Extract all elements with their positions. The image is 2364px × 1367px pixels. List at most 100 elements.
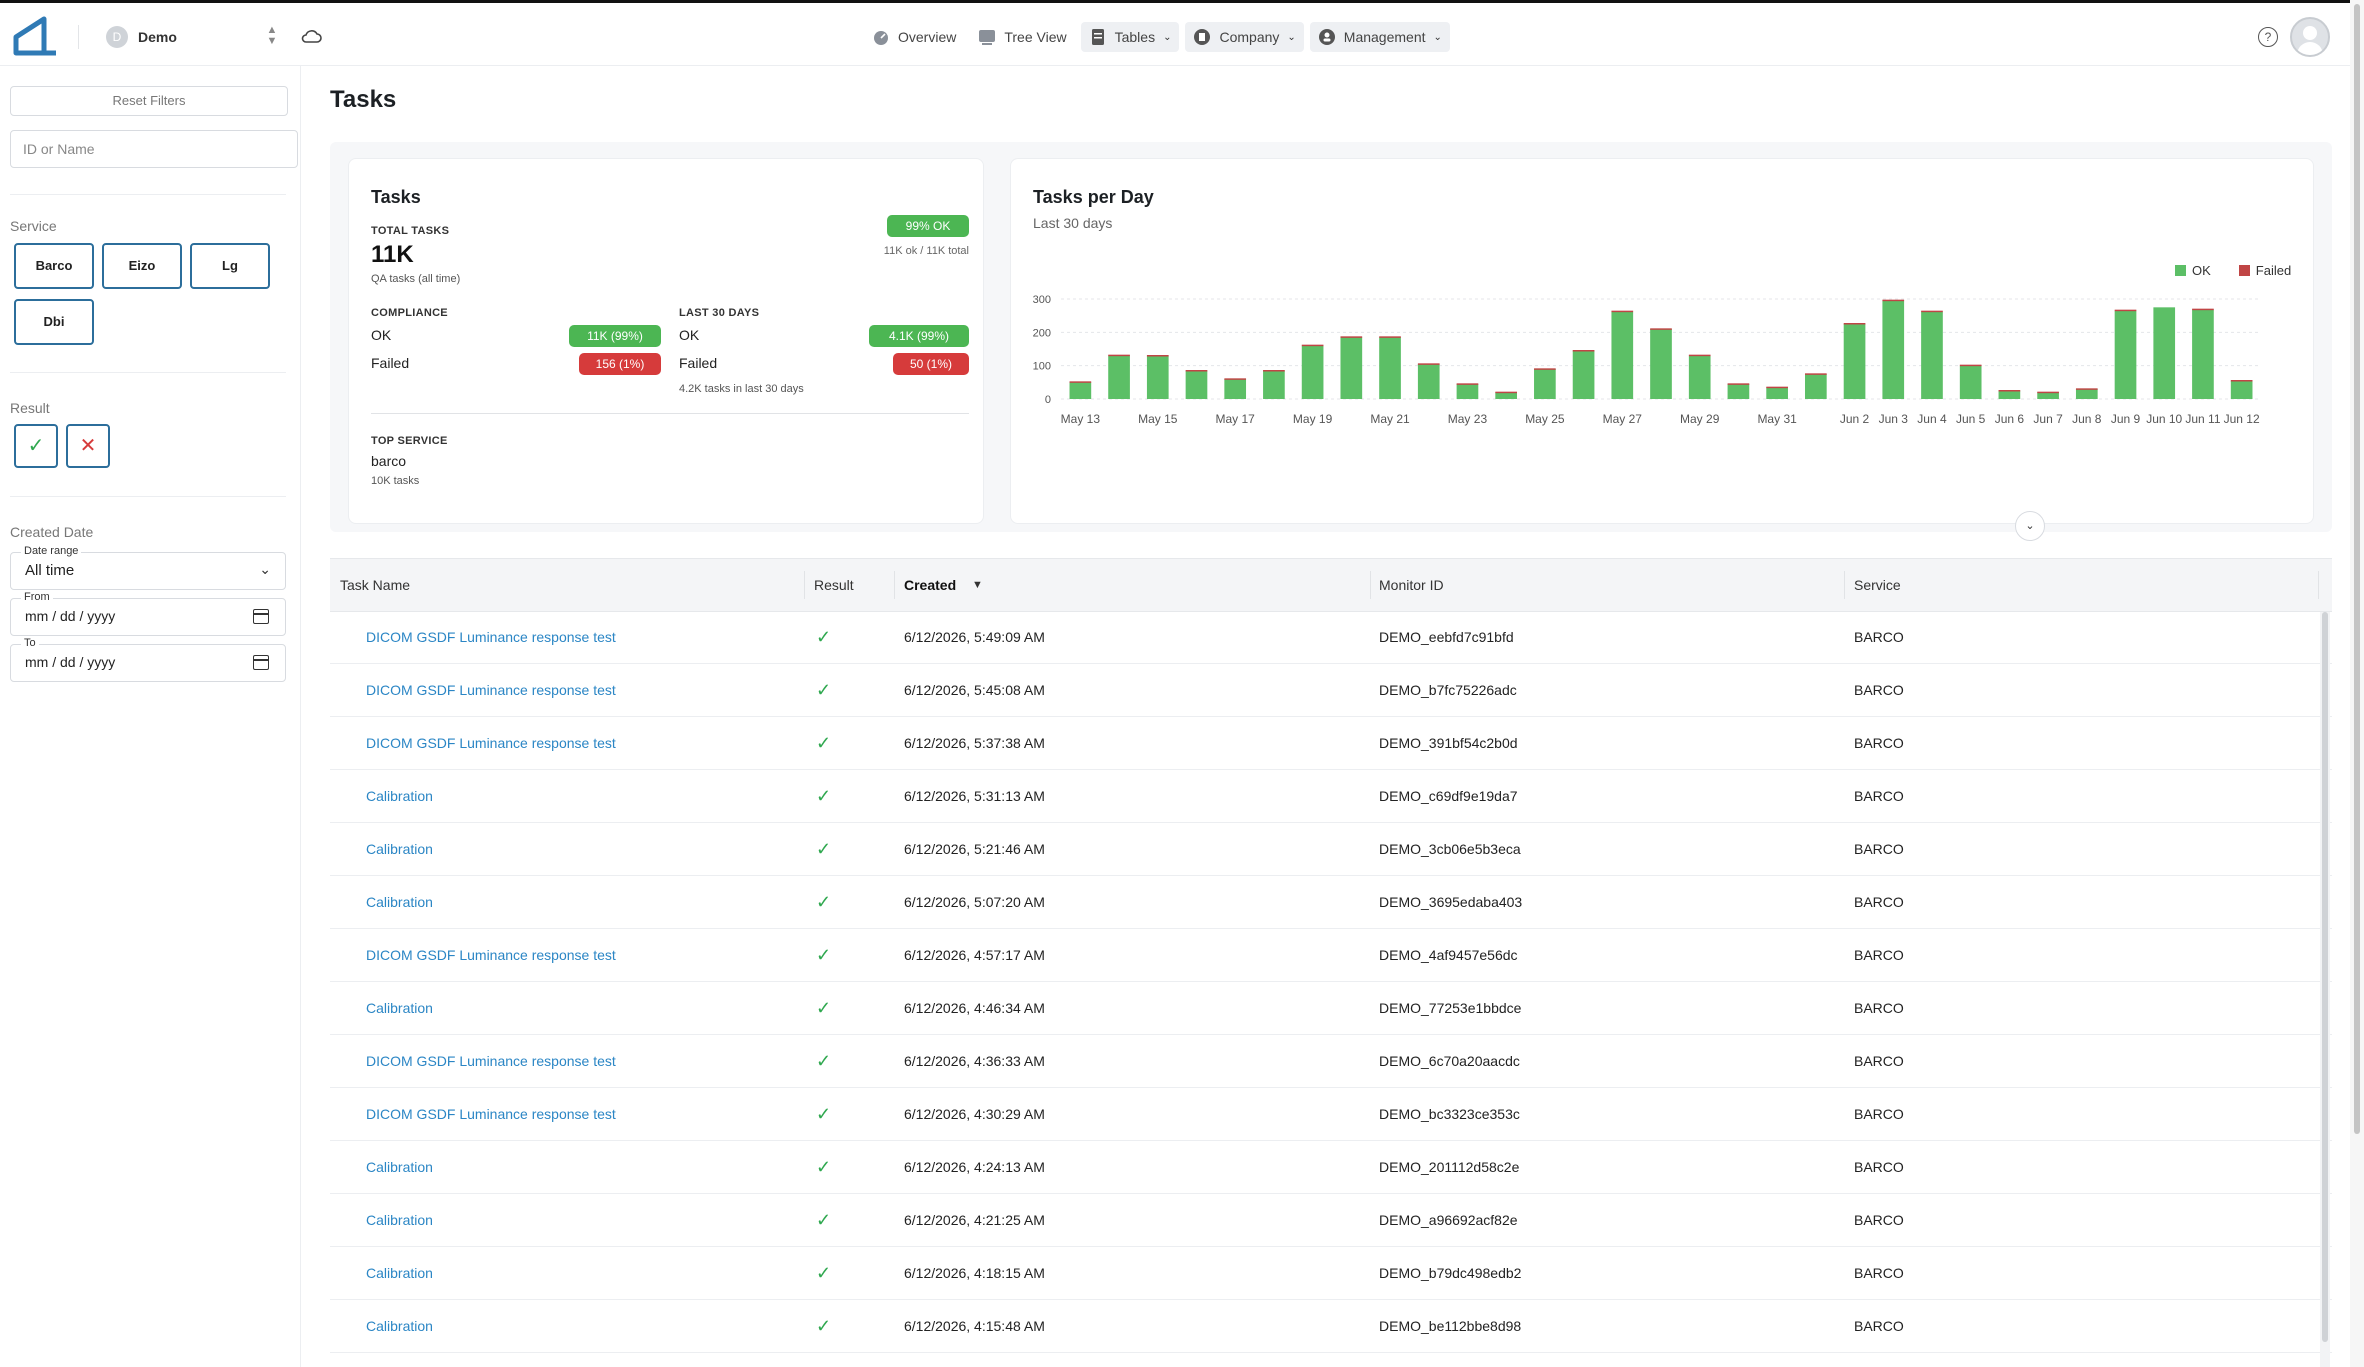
task-name-link[interactable]: DICOM GSDF Luminance response test <box>366 664 616 716</box>
table-row[interactable]: Calibration ✓ 6/12/2026, 5:07:20 AM DEMO_36… <box>330 876 2332 929</box>
bar-failed[interactable] <box>1572 350 1595 352</box>
bar-failed[interactable] <box>1882 299 1905 302</box>
nav-management-dropdown[interactable]: Management ⌄ <box>1309 22 1450 52</box>
table-row[interactable]: Calibration ✓ 6/12/2026, 5:21:46 AM DEMO_3c… <box>330 823 2332 876</box>
bar-failed[interactable] <box>1495 391 1517 394</box>
bar-failed[interactable] <box>2114 309 2137 312</box>
table-row[interactable]: DICOM GSDF Luminance response test ✓ 6/12/… <box>330 664 2332 717</box>
task-name-link[interactable]: Calibration <box>366 823 433 875</box>
reset-filters-button[interactable]: Reset Filters <box>10 86 288 116</box>
bar-failed[interactable] <box>1998 390 2021 392</box>
bar-ok[interactable] <box>1108 355 1130 399</box>
bar-failed[interactable] <box>1146 355 1169 357</box>
app-logo-icon[interactable] <box>12 13 60 59</box>
table-row[interactable]: DICOM GSDF Luminance response test ✓ 6/12/… <box>330 929 2332 982</box>
service-button-dbi[interactable]: Dbi <box>14 299 94 345</box>
bar-failed[interactable] <box>1805 373 1827 375</box>
task-name-link[interactable]: DICOM GSDF Luminance response test <box>366 1035 616 1087</box>
bar-failed[interactable] <box>1921 310 1943 313</box>
bar-ok[interactable] <box>1959 365 1982 399</box>
task-name-link[interactable]: Calibration <box>366 876 433 928</box>
task-name-link[interactable]: Calibration <box>366 1194 433 1246</box>
user-avatar[interactable] <box>2290 17 2330 57</box>
task-name-link[interactable]: DICOM GSDF Luminance response test <box>366 611 616 663</box>
bar-failed[interactable] <box>2192 308 2214 311</box>
nav-tables-dropdown[interactable]: Tables ⌄ <box>1080 22 1180 52</box>
column-header-result[interactable]: Result <box>814 559 854 611</box>
expand-chart-chevron-icon[interactable]: ⌄ <box>2015 511 2045 541</box>
bar-failed[interactable] <box>1263 370 1285 372</box>
service-button-barco[interactable]: Barco <box>14 243 94 289</box>
bar-ok[interactable] <box>1379 337 1401 399</box>
help-icon[interactable]: ? <box>2258 27 2278 47</box>
bar-ok[interactable] <box>1843 324 1866 399</box>
bar-ok[interactable] <box>1650 329 1672 399</box>
bar-ok[interactable] <box>1185 370 1208 399</box>
task-name-link[interactable]: Calibration <box>366 1300 433 1352</box>
task-name-link[interactable]: Calibration <box>366 770 433 822</box>
table-row[interactable]: DICOM GSDF Luminance response test ✓ 6/12/… <box>330 1035 2332 1088</box>
nav-overview[interactable]: Overview <box>864 22 964 52</box>
cloud-sync-icon[interactable] <box>300 25 324 49</box>
nav-tree-view[interactable]: Tree View <box>970 22 1074 52</box>
bar-ok[interactable] <box>2037 392 2059 399</box>
column-header-task-name[interactable]: Task Name <box>340 559 410 611</box>
bar-ok[interactable] <box>1263 370 1285 399</box>
bar-ok[interactable] <box>1998 390 2021 399</box>
bar-ok[interactable] <box>1766 387 1788 399</box>
bar-failed[interactable] <box>1224 378 1247 380</box>
table-row[interactable]: Calibration ✓ 6/12/2026, 4:24:13 AM DEMO_20… <box>330 1141 2332 1194</box>
bar-failed[interactable] <box>1417 363 1440 365</box>
bar-ok[interactable] <box>1301 345 1324 399</box>
bar-failed[interactable] <box>2075 388 2098 390</box>
result-failed-button[interactable]: ✕ <box>66 424 110 468</box>
task-name-link[interactable]: DICOM GSDF Luminance response test <box>366 929 616 981</box>
bar-failed[interactable] <box>1301 344 1324 347</box>
bar-ok[interactable] <box>1882 300 1905 399</box>
task-name-link[interactable]: Calibration <box>366 982 433 1034</box>
table-scrollbar-thumb[interactable] <box>2322 612 2328 1342</box>
nav-company-dropdown[interactable]: Company ⌄ <box>1185 22 1304 52</box>
table-row[interactable]: DICOM GSDF Luminance response test ✓ 6/12/… <box>330 717 2332 770</box>
bar-ok[interactable] <box>1495 392 1517 399</box>
calendar-icon[interactable] <box>253 609 269 624</box>
bar-ok[interactable] <box>2075 389 2098 399</box>
sort-desc-icon[interactable]: ▼ <box>972 559 983 611</box>
bar-failed[interactable] <box>1340 336 1363 338</box>
result-ok-button[interactable]: ✓ <box>14 424 58 468</box>
task-name-link[interactable]: Calibration <box>366 1247 433 1299</box>
bar-failed[interactable] <box>2230 380 2253 382</box>
bar-ok[interactable] <box>2114 310 2137 399</box>
table-row[interactable]: DICOM GSDF Luminance response test ✓ 6/12/… <box>330 611 2332 664</box>
bar-ok[interactable] <box>1146 355 1169 399</box>
calendar-icon[interactable] <box>253 655 269 670</box>
task-name-link[interactable]: DICOM GSDF Luminance response test <box>366 1353 616 1367</box>
to-date-field[interactable]: To mm / dd / yyyy <box>10 637 286 682</box>
bar-ok[interactable] <box>1611 311 1634 399</box>
table-row[interactable]: Calibration ✓ 6/12/2026, 5:31:13 AM DEMO_c6… <box>330 770 2332 823</box>
task-name-link[interactable]: Calibration <box>366 1141 433 1193</box>
table-row[interactable]: Calibration ✓ 6/12/2026, 4:18:15 AM DEMO_b7… <box>330 1247 2332 1300</box>
bar-failed[interactable] <box>1185 370 1208 372</box>
bar-failed[interactable] <box>1611 310 1634 313</box>
bar-ok[interactable] <box>1921 311 1943 399</box>
table-row[interactable]: Calibration ✓ 6/12/2026, 4:46:34 AM DEMO_77… <box>330 982 2332 1035</box>
bar-failed[interactable] <box>1456 383 1479 385</box>
bar-ok[interactable] <box>1069 382 1092 399</box>
bar-ok[interactable] <box>1572 350 1595 399</box>
bar-failed[interactable] <box>1108 354 1130 357</box>
task-name-link[interactable]: DICOM GSDF Luminance response test <box>366 717 616 769</box>
bar-failed[interactable] <box>1727 383 1750 385</box>
column-header-monitor-id[interactable]: Monitor ID <box>1379 559 1444 611</box>
service-button-eizo[interactable]: Eizo <box>102 243 182 289</box>
table-row[interactable]: DICOM GSDF Luminance response test ✓ 6/12/… <box>330 1088 2332 1141</box>
bar-failed[interactable] <box>1688 354 1711 357</box>
bar-ok[interactable] <box>1727 384 1750 399</box>
bar-failed[interactable] <box>1843 323 1866 325</box>
table-row[interactable]: Calibration ✓ 6/12/2026, 4:21:25 AM DEMO_a9… <box>330 1194 2332 1247</box>
service-button-lg[interactable]: Lg <box>190 243 270 289</box>
bar-ok[interactable] <box>1805 374 1827 399</box>
bar-ok[interactable] <box>1224 379 1247 399</box>
column-header-created[interactable]: Created <box>904 559 956 611</box>
table-row[interactable]: DICOM GSDF Luminance response test ✓ 6/12/… <box>330 1353 2332 1367</box>
